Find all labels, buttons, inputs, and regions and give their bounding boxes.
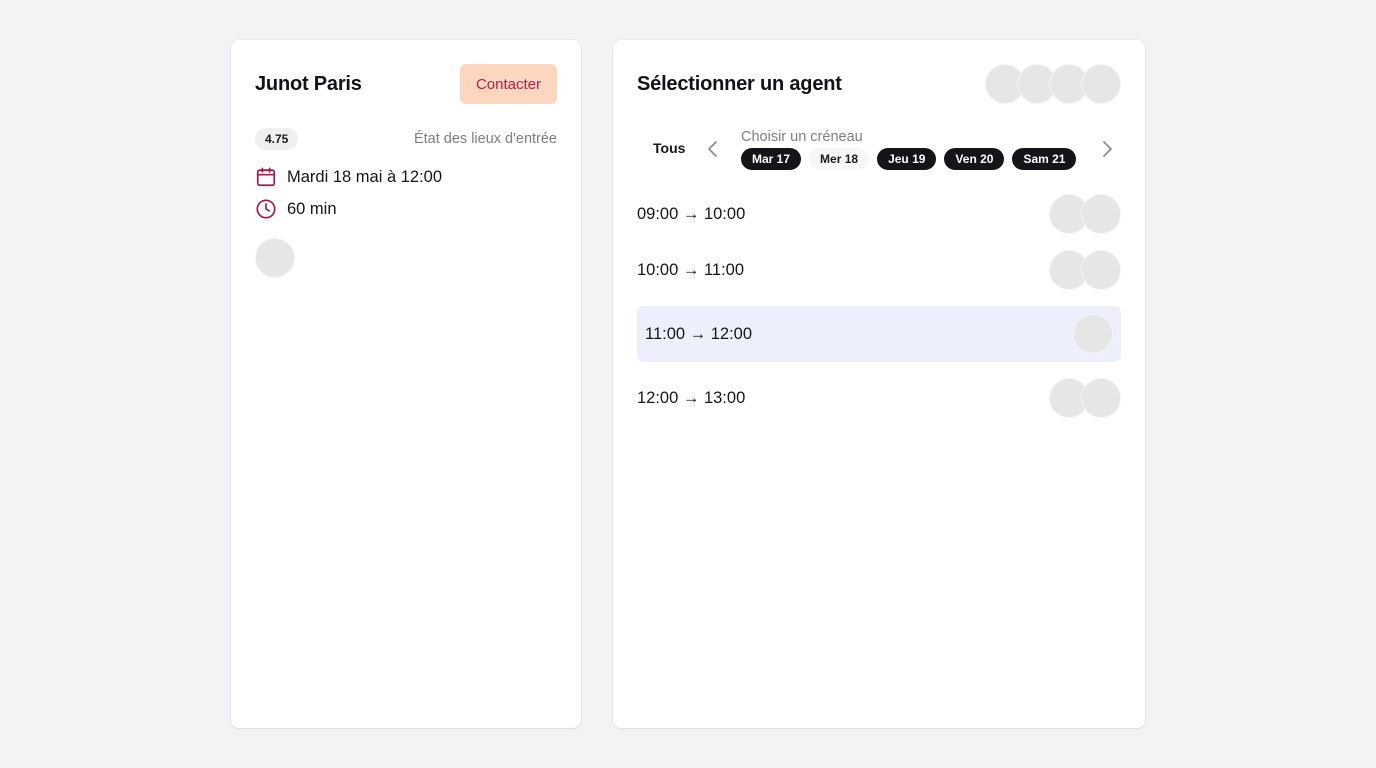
property-meta: 4.75 État des lieux d'entrée	[255, 128, 557, 150]
day-pill[interactable]: Mar 17	[741, 148, 802, 170]
day-pills: Mar 17 Mer 18 Jeu 19 Ven 20 Sam 21	[741, 148, 1077, 170]
time-slot-selected[interactable]: 11:00 → 12:00 ·	[637, 306, 1121, 362]
agent-avatar[interactable]: ·	[1081, 64, 1121, 104]
agent-avatar[interactable]: ·	[1081, 194, 1121, 234]
slot-agents: ·	[1073, 314, 1113, 354]
property-card: Junot Paris Contacter 4.75 État des lieu…	[231, 40, 581, 728]
agent-avatar[interactable]: ·	[1081, 378, 1121, 418]
calendar-icon	[255, 166, 277, 188]
property-title: Junot Paris	[255, 72, 362, 95]
time-slot[interactable]: 10:00 → 11:00 · ·	[637, 250, 1121, 290]
slot-agents: · ·	[1049, 250, 1121, 290]
chevron-left-icon[interactable]	[703, 138, 723, 160]
agent-avatar-stack: · · · ·	[985, 64, 1121, 104]
agent-selection-card: Sélectionner un agent · · · · Tous Chois…	[613, 40, 1145, 728]
slot-agents: · ·	[1049, 378, 1121, 418]
appointment-date-text: Mardi 18 mai à 12:00	[287, 167, 443, 186]
time-slot-label: 11:00 → 12:00	[645, 324, 753, 343]
all-agents-button[interactable]: Tous	[653, 140, 685, 156]
appointment-date: Mardi 18 mai à 12:00	[255, 166, 442, 188]
clock-icon	[255, 198, 277, 220]
day-pill[interactable]: Ven 20	[944, 148, 1005, 170]
time-slot-label: 10:00 → 11:00	[637, 260, 745, 279]
agent-avatar[interactable]: ·	[1081, 250, 1121, 290]
assigned-agent-avatar[interactable]: ·	[255, 238, 295, 278]
rating-badge: 4.75	[255, 128, 299, 150]
time-slot[interactable]: 12:00 → 13:00 · ·	[637, 378, 1121, 418]
property-header: Junot Paris Contacter	[255, 64, 557, 104]
day-pill[interactable]: Sam 21	[1012, 148, 1077, 170]
agent-avatar[interactable]: ·	[1073, 314, 1113, 354]
day-pill[interactable]: Jeu 19	[877, 148, 937, 170]
time-slot[interactable]: 09:00 → 10:00 · ·	[637, 194, 1121, 234]
time-slot-label: 09:00 → 10:00	[637, 204, 746, 223]
slot-caption: Choisir un créneau	[741, 129, 863, 145]
inspection-type: État des lieux d'entrée	[413, 131, 557, 147]
agent-selection-header: Sélectionner un agent · · · ·	[637, 64, 1121, 104]
agent-selection-title: Sélectionner un agent	[637, 72, 842, 95]
appointment-duration: 60 min	[255, 198, 337, 220]
time-slot-label: 12:00 → 13:00	[637, 388, 746, 407]
appointment-duration-text: 60 min	[287, 199, 337, 218]
day-pill[interactable]: Mer 18	[809, 148, 870, 170]
slot-agents: · ·	[1049, 194, 1121, 234]
date-navigator: Tous Choisir un créneau Mar 17 Mer 18 Je…	[637, 128, 1121, 172]
chevron-right-icon[interactable]	[1097, 138, 1117, 160]
contact-button[interactable]: Contacter	[459, 64, 557, 104]
